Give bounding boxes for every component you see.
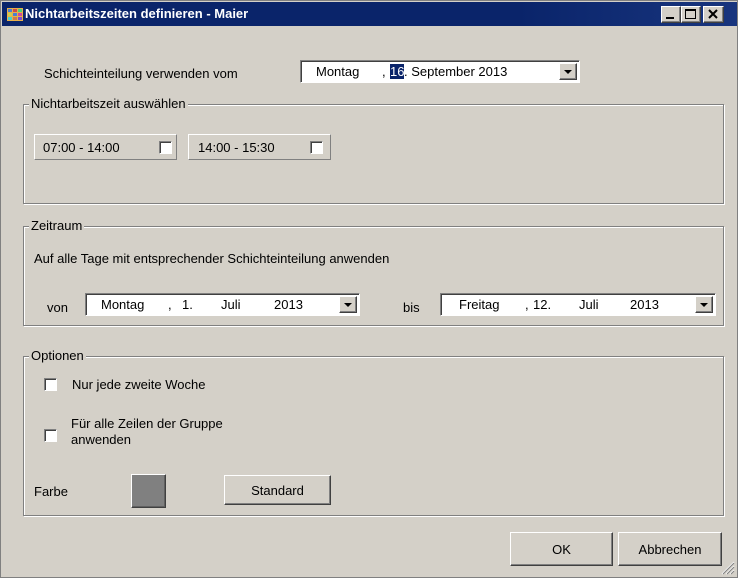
title-bar[interactable]: Nichtarbeitszeiten definieren - Maier [2, 2, 737, 26]
all-rows-label-line2[interactable]: anwenden [71, 432, 131, 447]
to-separator: , [525, 297, 529, 312]
to-weekday: Freitag [459, 297, 500, 312]
to-day: 12. [533, 297, 552, 312]
minimize-button[interactable] [661, 6, 681, 23]
color-swatch[interactable] [131, 474, 166, 508]
to-month: Juli [579, 297, 599, 312]
chevron-down-icon [564, 70, 572, 74]
schedule-month-year: . September 2013 [404, 64, 508, 79]
to-dropdown-button[interactable] [695, 296, 713, 313]
all-rows-label-line1[interactable]: Für alle Zeilen der Gruppe [71, 416, 223, 431]
schedule-weekday: Montag [316, 64, 360, 79]
window-title: Nichtarbeitszeiten definieren - Maier [25, 6, 249, 21]
to-date-picker[interactable]: Freitag , 12. Juli 2013 [440, 293, 716, 316]
dialog-window: Nichtarbeitszeiten definieren - Maier Sc… [0, 0, 738, 578]
schedule-separator: , [382, 64, 386, 79]
period-description: Auf alle Tage mit entsprechender Schicht… [34, 251, 390, 266]
chevron-down-icon [344, 303, 352, 307]
slot-2-checkbox[interactable] [310, 141, 323, 154]
options-group-title: Optionen [29, 348, 86, 363]
from-date-picker[interactable]: Montag , 1. Juli 2013 [85, 293, 360, 316]
all-rows-checkbox[interactable] [44, 429, 57, 442]
maximize-icon [685, 9, 696, 19]
every-second-week-label[interactable]: Nur jede zweite Woche [72, 377, 205, 392]
schedule-date-picker[interactable]: Montag , 16 . September 2013 [300, 60, 580, 83]
period-group-title: Zeitraum [29, 218, 85, 233]
minimize-icon [666, 17, 674, 19]
slot-2-label: 14:00 - 15:30 [198, 140, 275, 155]
close-icon [708, 9, 718, 19]
nonwork-group-title: Nichtarbeitszeit auswählen [29, 96, 188, 111]
slot-2: 14:00 - 15:30 [188, 134, 331, 160]
close-button[interactable] [703, 6, 724, 23]
nonwork-group: Nichtarbeitszeit auswählen 07:00 - 14:00… [23, 96, 724, 204]
slot-1: 07:00 - 14:00 [34, 134, 177, 160]
cancel-button[interactable]: Abbrechen [618, 532, 722, 566]
slot-1-checkbox[interactable] [159, 141, 172, 154]
maximize-button[interactable] [681, 6, 701, 23]
chevron-down-icon [700, 303, 708, 307]
from-year: 2013 [274, 297, 303, 312]
period-group: Zeitraum Auf alle Tage mit entsprechende… [23, 218, 724, 326]
slot-1-label: 07:00 - 14:00 [43, 140, 120, 155]
to-year: 2013 [630, 297, 659, 312]
schedule-label: Schichteinteilung verwenden vom [44, 66, 238, 81]
app-calendar-icon [7, 8, 23, 21]
schedule-dropdown-button[interactable] [559, 63, 577, 80]
options-group: Optionen Nur jede zweite Woche Für alle … [23, 348, 724, 516]
from-weekday: Montag [101, 297, 145, 312]
from-day: 1. [182, 297, 193, 312]
from-dropdown-button[interactable] [339, 296, 357, 313]
standard-button[interactable]: Standard [224, 475, 331, 505]
schedule-day-selected[interactable]: 16 [390, 64, 405, 79]
every-second-week-checkbox[interactable] [44, 378, 57, 391]
from-separator: , [168, 297, 172, 312]
from-label: von [47, 300, 68, 315]
ok-button[interactable]: OK [510, 532, 613, 566]
resize-grip-icon[interactable] [721, 561, 735, 575]
to-label: bis [403, 300, 420, 315]
from-month: Juli [221, 297, 241, 312]
color-label: Farbe [34, 484, 68, 499]
